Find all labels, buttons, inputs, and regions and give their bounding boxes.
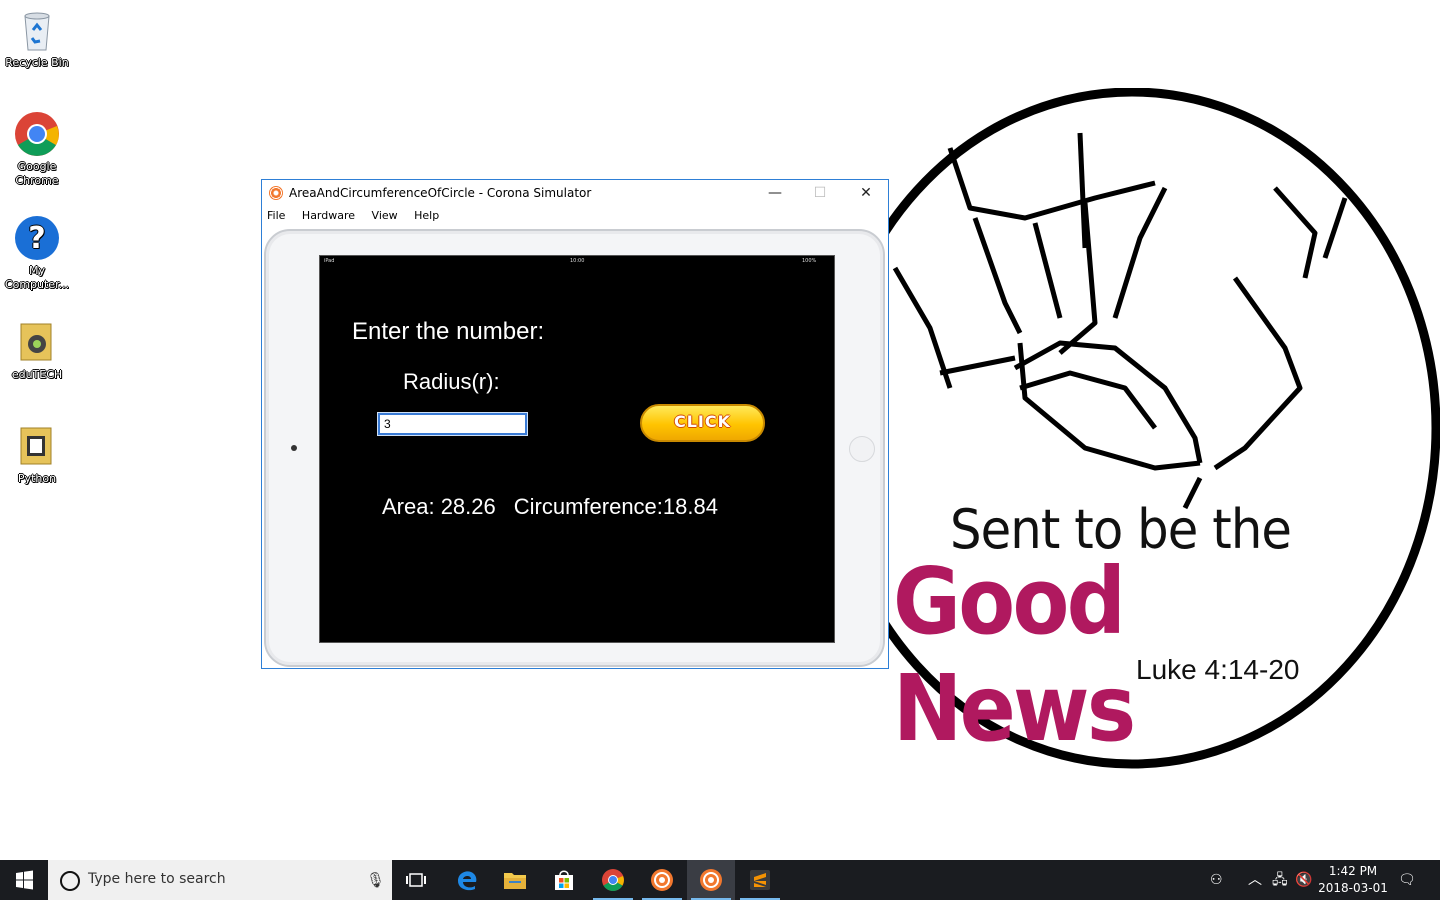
start-button[interactable] — [0, 860, 48, 900]
desktop-icon-recycle-bin[interactable]: Recycle Bin — [2, 6, 72, 70]
taskbar-chrome[interactable] — [589, 860, 637, 900]
desktop-icon-label: Recycle Bin — [5, 56, 69, 69]
device-home-button[interactable] — [849, 436, 875, 462]
desktop-icon-label: Python — [17, 472, 57, 485]
taskbar-file-explorer[interactable] — [491, 860, 539, 900]
title-bar[interactable]: AreaAndCircumferenceOfCircle - Corona Si… — [262, 180, 888, 207]
show-hidden-icons-chevron-icon[interactable]: ︿ — [1248, 860, 1262, 900]
close-button[interactable]: ✕ — [843, 180, 889, 207]
network-icon[interactable]: 🖧 — [1272, 860, 1288, 900]
menu-help[interactable]: Help — [414, 207, 439, 225]
maximize-button[interactable]: ☐ — [797, 180, 843, 207]
menu-hardware[interactable]: Hardware — [302, 207, 355, 225]
status-carrier: iPad — [324, 258, 335, 264]
sublime-text-icon — [750, 870, 770, 890]
minimize-button[interactable]: — — [752, 180, 798, 207]
menu-view[interactable]: View — [372, 207, 398, 225]
desktop-icon-label: eduTECH — [11, 368, 63, 381]
window-title: AreaAndCircumferenceOfCircle - Corona Si… — [289, 186, 592, 200]
folder-icon — [13, 318, 61, 366]
desktop-icon-my-computer[interactable]: ? My Computer... — [2, 214, 72, 292]
prompt-text: Enter the number: — [352, 318, 545, 345]
corona-app-icon — [269, 186, 283, 200]
area-result: Area: 28.26 — [382, 494, 496, 519]
taskbar-store[interactable] — [540, 860, 588, 900]
taskbar: Type here to search 🎙 ⚇ ︿ 🖧 🔇 1:42 PM 20… — [0, 860, 1440, 900]
task-view-icon — [406, 873, 426, 887]
search-placeholder: Type here to search — [88, 871, 226, 887]
status-battery: 100% — [802, 258, 817, 264]
circumference-result: Circumference:18.84 — [513, 494, 718, 519]
help-question-icon: ? — [13, 214, 61, 262]
menu-file[interactable]: File — [267, 207, 285, 225]
task-view-button[interactable] — [392, 860, 440, 900]
clock-date: 2018-03-01 — [1318, 881, 1388, 895]
microphone-icon[interactable]: 🎙 — [366, 871, 385, 889]
store-icon — [555, 870, 573, 890]
desktop-icon-label: Google Chrome — [15, 160, 59, 187]
results-line: Area: 28.26 Circumference:18.84 — [382, 494, 718, 520]
menu-bar: File Hardware View Help — [262, 207, 888, 227]
taskbar-edge[interactable] — [443, 860, 491, 900]
desktop-icon-label: My Computer... — [4, 264, 70, 291]
taskbar-clock[interactable]: 1:42 PM 2018-03-01 — [1318, 863, 1388, 897]
folder-icon — [13, 422, 61, 470]
corona-simulator-icon — [700, 869, 722, 891]
radius-label: Radius(r): — [403, 369, 500, 394]
recycle-bin-icon — [13, 6, 61, 54]
search-box[interactable]: Type here to search 🎙 — [48, 860, 392, 900]
edge-icon — [458, 871, 477, 891]
device-screen: iPad 10:00 100% Enter the number: Radius… — [319, 255, 835, 643]
desktop-icon-edutech[interactable]: eduTECH — [2, 318, 72, 382]
volume-muted-icon[interactable]: 🔇 — [1295, 860, 1312, 900]
device-camera — [291, 445, 297, 451]
chrome-icon — [602, 869, 624, 891]
wallpaper-text-line3: Luke 4:14-20 — [1136, 654, 1300, 685]
windows-logo-icon — [16, 870, 33, 890]
click-button[interactable]: CLICK — [640, 404, 765, 442]
simulator-window: AreaAndCircumferenceOfCircle - Corona Si… — [261, 179, 889, 669]
taskbar-corona[interactable] — [638, 860, 686, 900]
action-center-icon[interactable]: 🗨 — [1398, 860, 1416, 900]
taskbar-sublime-text[interactable] — [736, 860, 784, 900]
desktop-icon-google-chrome[interactable]: Google Chrome — [2, 110, 72, 188]
radius-input[interactable]: 3 — [377, 412, 528, 436]
corona-icon — [651, 869, 673, 891]
clock-time: 1:42 PM — [1328, 864, 1378, 878]
cortana-icon — [60, 871, 80, 891]
taskbar-corona-simulator[interactable] — [687, 860, 735, 900]
chrome-icon — [13, 110, 61, 158]
people-icon[interactable]: ⚇ — [1210, 860, 1223, 900]
ipad-device-frame: iPad 10:00 100% Enter the number: Radius… — [264, 229, 885, 667]
svg-text:?: ? — [28, 221, 45, 256]
status-time: 10:00 — [570, 258, 585, 264]
folder-icon — [504, 873, 526, 889]
desktop-icon-python[interactable]: Python — [2, 422, 72, 486]
